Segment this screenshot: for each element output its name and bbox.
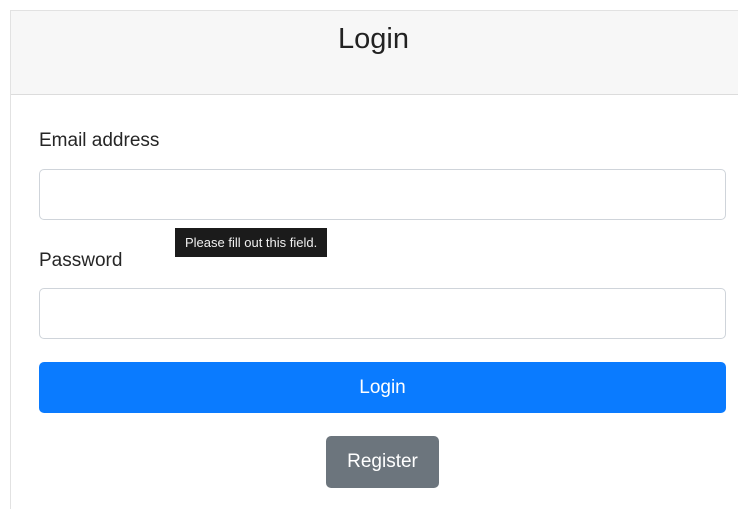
validation-tooltip: Please fill out this field. (175, 228, 328, 257)
password-field[interactable] (39, 288, 726, 339)
email-label: Email address (39, 130, 160, 151)
register-button[interactable]: Register (326, 436, 439, 488)
email-field[interactable] (39, 169, 726, 220)
login-button[interactable]: Login (39, 362, 726, 413)
password-label: Password (39, 250, 123, 271)
page-title: Login (338, 23, 409, 55)
